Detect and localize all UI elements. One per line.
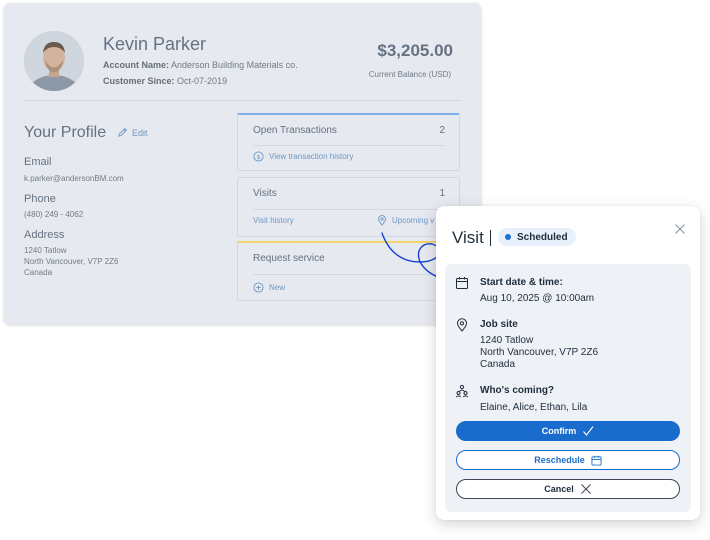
- customer-name: Kevin Parker: [103, 34, 207, 54]
- address-label: Address: [24, 229, 65, 241]
- whos-coming-value: Elaine, Alice, Ethan, Lila: [480, 402, 588, 413]
- profile-title: Your Profile: [24, 124, 107, 141]
- request-service-card[interactable]: Request service New: [237, 241, 460, 301]
- visits-count: 1: [439, 188, 445, 199]
- customer-card: Kevin Parker Account Name: Anderson Buil…: [4, 3, 481, 324]
- popup-title: Visit: [452, 228, 484, 247]
- edit-profile-link[interactable]: Edit: [117, 127, 148, 138]
- whos-coming-title: Who's coming?: [480, 385, 555, 396]
- visit-details: Start date & time: Aug 10, 2025 @ 10:00a…: [445, 264, 691, 512]
- open-transactions-card[interactable]: Open Transactions 2 $ View transaction h…: [237, 113, 460, 171]
- location-pin-icon: [456, 318, 468, 332]
- close-icon[interactable]: [674, 223, 686, 235]
- visit-popup: Visit Scheduled Start date & time: Aug 1…: [436, 206, 700, 520]
- plus-circle-icon: [253, 282, 264, 293]
- customer-since: Customer Since: Oct-07-2019: [103, 76, 227, 86]
- job-site-line-3: Canada: [480, 359, 516, 370]
- people-icon: [455, 384, 469, 398]
- address-line-2: North Vancouver, V7P 2Z6: [24, 257, 119, 266]
- account-label: Account Name:: [103, 60, 170, 70]
- divider: [253, 145, 444, 146]
- reschedule-button[interactable]: Reschedule: [456, 450, 680, 470]
- job-site-line-2: North Vancouver, V7P 2Z6: [480, 347, 599, 358]
- x-icon: [580, 484, 591, 494]
- job-site-title: Job site: [480, 319, 518, 330]
- cancel-label: Cancel: [544, 484, 574, 494]
- upcoming-label: Upcoming v: [392, 216, 435, 225]
- status-badge: Scheduled: [498, 228, 576, 246]
- visits-card[interactable]: Visits 1 Visit history Upcoming v: [237, 177, 460, 237]
- request-service-title: Request service: [253, 253, 325, 264]
- upcoming-visit-link[interactable]: Upcoming v: [377, 215, 434, 226]
- open-transactions-count: 2: [439, 125, 445, 136]
- divider: [253, 274, 444, 275]
- dollar-circle-icon: $: [253, 151, 264, 162]
- calendar-icon: [591, 455, 602, 466]
- location-pin-icon: [378, 215, 386, 226]
- divider: [24, 100, 461, 101]
- address-line-3: Canada: [24, 268, 53, 277]
- new-request-link[interactable]: New: [253, 282, 285, 293]
- current-balance: $3,205.00: [377, 41, 453, 60]
- status-dot: [505, 234, 511, 240]
- cancel-button[interactable]: Cancel: [456, 479, 680, 499]
- start-date-title: Start date & time:: [480, 277, 563, 288]
- edit-label: Edit: [132, 127, 148, 138]
- visit-history-label: Visit history: [253, 216, 294, 225]
- start-date-value: Aug 10, 2025 @ 10:00am: [480, 293, 595, 304]
- phone-value: (480) 249 - 4062: [24, 210, 84, 219]
- checkmark-icon: [583, 426, 594, 436]
- status-label: Scheduled: [517, 231, 568, 243]
- email-label: Email: [24, 156, 52, 168]
- reschedule-label: Reschedule: [534, 455, 585, 465]
- visit-history-link[interactable]: Visit history: [253, 216, 294, 225]
- title-separator: [490, 230, 491, 246]
- address-line-1: 1240 Tatlow: [24, 246, 67, 255]
- account-name: Account Name: Anderson Building Material…: [103, 60, 298, 70]
- visits-title: Visits: [253, 188, 277, 199]
- pencil-icon: [118, 128, 127, 137]
- transaction-history-label: View transaction history: [269, 152, 354, 161]
- calendar-icon: [456, 277, 468, 289]
- view-transaction-history-link[interactable]: $ View transaction history: [253, 151, 353, 162]
- since-label: Customer Since:: [103, 76, 175, 86]
- avatar: [24, 31, 84, 91]
- email-value: k.parker@andersonBM.com: [24, 174, 124, 183]
- divider: [253, 209, 444, 210]
- phone-label: Phone: [24, 193, 56, 205]
- new-label: New: [269, 283, 286, 292]
- confirm-label: Confirm: [541, 426, 577, 436]
- svg-text:$: $: [256, 153, 260, 161]
- since-value: Oct-07-2019: [177, 76, 228, 86]
- balance-label: Current Balance (USD): [368, 70, 451, 79]
- open-transactions-title: Open Transactions: [253, 125, 337, 136]
- confirm-button[interactable]: Confirm: [456, 421, 680, 441]
- job-site-line-1: 1240 Tatlow: [480, 335, 534, 346]
- account-value: Anderson Building Materials co.: [171, 60, 298, 70]
